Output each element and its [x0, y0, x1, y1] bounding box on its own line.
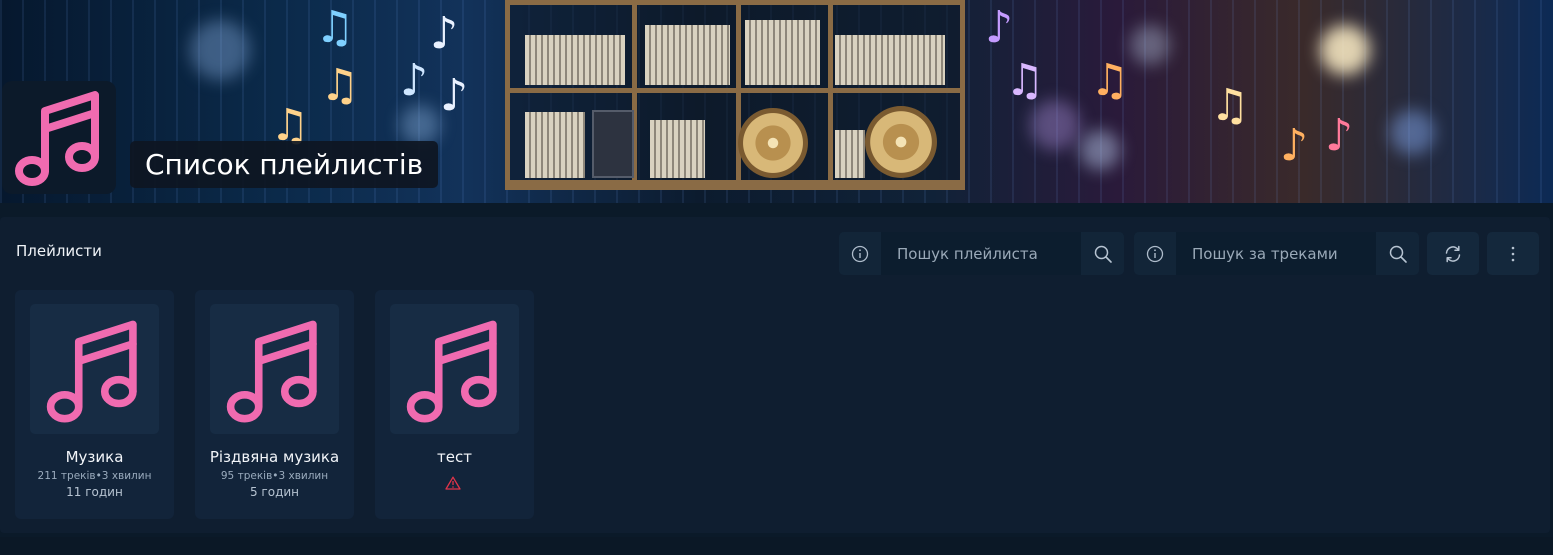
- playlist-search-button[interactable]: [1081, 232, 1124, 275]
- music-note-decor-icon: ♫: [315, 2, 355, 53]
- app-logo: [2, 81, 116, 194]
- playlist-meta: 211 треків•3 хвилин: [37, 470, 152, 482]
- playlist-cover: [210, 304, 339, 434]
- banner-bookshelf: [505, 0, 965, 190]
- banner-bubble: [1130, 25, 1170, 65]
- playlist-duration: 5 годин: [249, 485, 300, 499]
- playlist-card[interactable]: Музика 211 треків•3 хвилин 11 годин: [15, 290, 174, 519]
- playlist-name: Різдвяна музика: [209, 448, 340, 466]
- banner-bubble: [400, 105, 440, 145]
- banner-bubble: [1390, 110, 1435, 155]
- playlist-meta: 95 треків•3 хвилин: [220, 470, 329, 482]
- music-note-icon: [15, 91, 99, 186]
- bottom-strip: [0, 537, 1553, 555]
- refresh-button[interactable]: [1427, 232, 1479, 275]
- vertical-dots-icon: [1511, 246, 1515, 261]
- music-note-decor-icon: ♪: [1280, 120, 1309, 171]
- playlists-panel: Плейлисти Пошук плейлиста Пошук за трека…: [0, 217, 1550, 533]
- banner-bubble: [1080, 130, 1120, 170]
- playlist-card[interactable]: Різдвяна музика 95 треків•3 хвилин 5 год…: [195, 290, 354, 519]
- playlist-search-group: [839, 232, 1124, 275]
- music-note-decor-icon: ♪: [440, 70, 469, 121]
- info-circle-icon[interactable]: [839, 232, 881, 275]
- banner-bubble: [190, 20, 250, 80]
- warning-triangle-icon: [445, 476, 461, 490]
- section-title: Плейлисти: [16, 242, 102, 260]
- banner-bubble: [1030, 100, 1080, 150]
- track-search-button[interactable]: [1376, 232, 1419, 275]
- playlist-duration: 11 годин: [66, 485, 123, 499]
- search-icon: [1094, 245, 1112, 263]
- playlist-name: Музика: [65, 448, 124, 466]
- music-note-decor-icon: ♫: [1210, 80, 1250, 131]
- music-note-decor-icon: ♫: [320, 60, 360, 111]
- playlist-cover: [30, 304, 159, 434]
- banner-light: [1320, 25, 1370, 75]
- more-options-button[interactable]: [1487, 232, 1539, 275]
- playlist-card[interactable]: тест: [375, 290, 534, 519]
- music-note-decor-icon: ♪: [985, 2, 1014, 53]
- playlist-search-input[interactable]: [881, 232, 1081, 275]
- playlist-name: тест: [437, 448, 472, 466]
- track-search-group: [1134, 232, 1419, 275]
- music-note-decor-icon: ♫: [1005, 55, 1045, 106]
- page-title: Список плейлистів: [130, 141, 439, 188]
- track-search-input[interactable]: [1176, 232, 1376, 275]
- banner: ♫ ♪ ♫ ♪ ♪ ♫ ♪ ♫ ♫ ♫ ♪ ♪ Список плейлисті…: [0, 0, 1553, 203]
- music-note-icon: [406, 320, 497, 423]
- music-note-icon: [46, 320, 137, 423]
- refresh-icon: [1445, 245, 1461, 262]
- playlist-cover: [390, 304, 519, 434]
- music-note-icon: [226, 320, 317, 423]
- music-note-decor-icon: ♫: [1090, 55, 1130, 106]
- music-note-decor-icon: ♪: [400, 55, 429, 106]
- search-icon: [1389, 245, 1407, 263]
- music-note-decor-icon: ♪: [430, 8, 459, 59]
- info-circle-icon[interactable]: [1134, 232, 1176, 275]
- music-note-decor-icon: ♪: [1325, 110, 1354, 161]
